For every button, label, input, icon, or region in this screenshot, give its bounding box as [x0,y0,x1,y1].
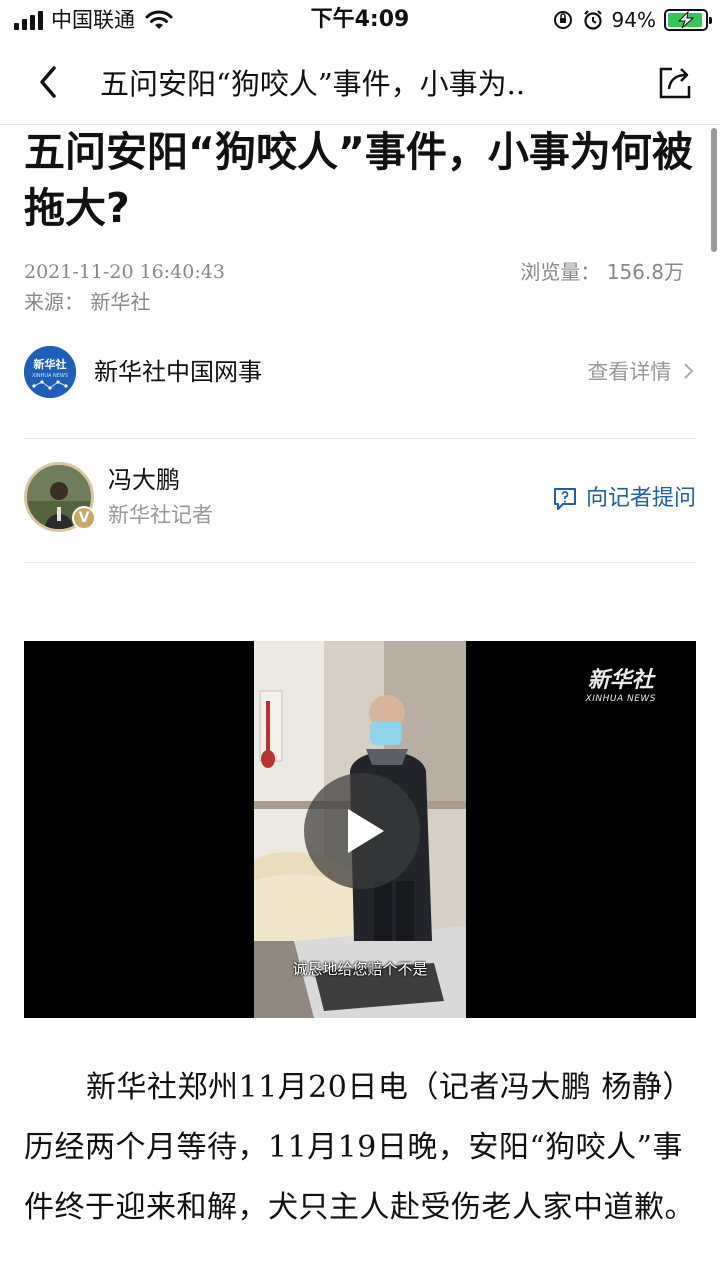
battery-percent: 94% [611,8,656,32]
article-headline: 五问安阳“狗咬人”事件，小事为何被拖大? [24,128,693,232]
svg-text:XINHUA NEWS: XINHUA NEWS [32,373,68,379]
scrollbar[interactable] [711,128,717,252]
article-page: 中国联通 下午4:09 94% 五问安阳“狗咬人”事件，小事为.. 五问安阳“狗… [0,0,720,1281]
divider [24,562,696,563]
publish-date: 2021-11-20 16:40:43 [24,261,225,283]
share-icon[interactable] [656,64,694,102]
question-bubble-icon [553,488,576,510]
ask-reporter-label: 向记者提问 [585,486,696,511]
video-watermark: 新华社 XINHUA NEWS [586,669,656,705]
divider [24,438,696,439]
channel-row[interactable]: 新华社 XINHUA NEWS 新华社中国网事 查看详情 [24,342,696,404]
view-count: 浏览量： 156.8万 [520,258,684,286]
channel-name: 新华社中国网事 [94,358,262,386]
back-button[interactable] [30,62,70,102]
orientation-lock-icon [553,11,572,29]
author-row: V 冯大鹏 新华社记者 向记者提问 [24,462,696,536]
alarm-icon [583,10,602,30]
watermark-en: XINHUA NEWS [585,694,656,704]
status-right: 94% [552,6,712,34]
view-details-link[interactable]: 查看详情 [587,356,696,388]
article-source: 来源： 新华社 [24,290,151,314]
chevron-right-icon [684,363,694,379]
video-player[interactable]: 新华社 XINHUA NEWS 诚恳地给您赔个不是 [24,641,696,1018]
view-details-label: 查看详情 [587,360,672,384]
article-paragraph: 新华社郑州11月20日电（记者冯大鹏 杨静）历经两个月等待，11月19日晚，安阳… [24,1070,695,1225]
video-subtitle: 诚恳地给您赔个不是 [292,960,428,978]
view-count-label: 浏览量： [520,260,601,284]
nav-bar: 五问安阳“狗咬人”事件，小事为.. [0,44,720,125]
charging-bolt-icon [677,11,695,29]
verified-badge: V [72,506,96,530]
nav-title: 五问安阳“狗咬人”事件，小事为.. [100,67,526,101]
watermark-cn: 新华社 [587,668,654,693]
play-icon [348,809,384,853]
battery-icon [664,9,712,31]
view-count-value: 156.8万 [606,260,684,284]
svg-text:新华社: 新华社 [34,357,67,371]
xinhua-logo: 新华社 XINHUA NEWS [24,346,76,398]
author-name: 冯大鹏 [108,466,180,494]
ask-reporter-button[interactable]: 向记者提问 [552,484,696,514]
status-bar: 中国联通 下午4:09 94% [0,0,720,40]
play-button[interactable] [304,773,420,889]
author-role: 新华社记者 [108,503,213,527]
